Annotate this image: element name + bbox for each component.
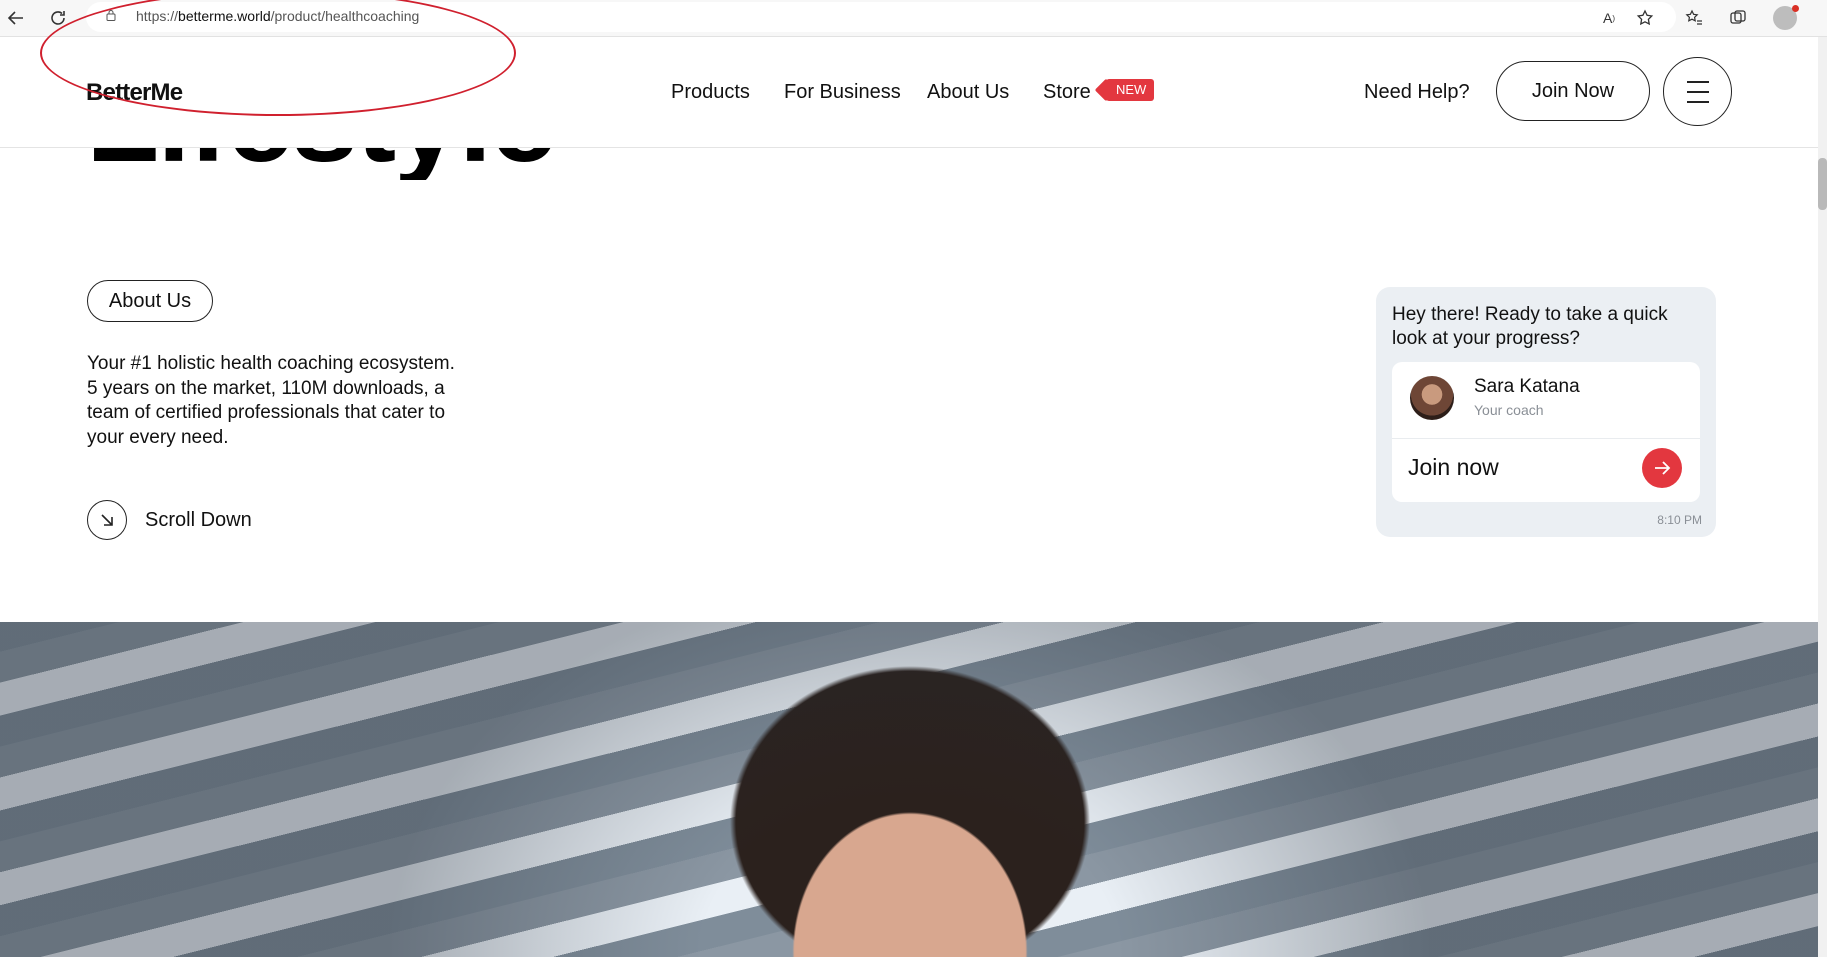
collections-icon[interactable]: [1726, 6, 1750, 30]
back-icon[interactable]: [2, 4, 30, 32]
nav-about-us[interactable]: About Us: [927, 81, 1009, 104]
logo[interactable]: BetterMe: [86, 79, 183, 107]
scrollbar-thumb[interactable]: [1818, 158, 1827, 210]
need-help-link[interactable]: Need Help?: [1364, 81, 1470, 104]
read-aloud-icon[interactable]: A): [1597, 6, 1621, 30]
address-bar[interactable]: https://betterme.world/product/healthcoa…: [86, 2, 1676, 32]
hero-video-image: [0, 622, 1818, 957]
divider: [1392, 438, 1700, 439]
description-line: Your #1 holistic health coaching ecosyst…: [87, 353, 455, 374]
browser-toolbar: https://betterme.world/product/healthcoa…: [0, 0, 1827, 37]
profile-icon[interactable]: [1773, 5, 1799, 30]
nav-for-business[interactable]: For Business: [784, 81, 901, 104]
chat-coach-box: Sara Katana Your coach Join now: [1392, 362, 1700, 502]
scroll-down-label: Scroll Down: [145, 508, 252, 531]
scroll-down-button[interactable]: Scroll Down: [87, 500, 252, 540]
refresh-icon[interactable]: [44, 4, 72, 32]
address-url[interactable]: https://betterme.world/product/healthcoa…: [136, 8, 419, 24]
description-line: 5 years on the market, 110M downloads, a: [87, 377, 445, 399]
coach-name: Sara Katana: [1474, 376, 1580, 397]
description-line: your every need.: [87, 426, 229, 448]
coach-chat-card: Hey there! Ready to take a quick look at…: [1376, 287, 1716, 537]
nav-products[interactable]: Products: [671, 81, 750, 104]
menu-icon: [1686, 77, 1709, 107]
arrow-right-icon: [1655, 461, 1671, 475]
favorite-icon[interactable]: [1633, 6, 1657, 30]
coach-avatar: [1410, 376, 1454, 420]
chat-message: Hey there! Ready to take a quick look at…: [1392, 304, 1668, 349]
store-new-badge: NEW: [1106, 79, 1155, 101]
join-now-button[interactable]: Join Now: [1496, 61, 1650, 121]
favorites-bar-icon[interactable]: [1682, 6, 1706, 30]
hero-description: Your #1 holistic health coaching ecosyst…: [87, 352, 487, 450]
nav-store[interactable]: Store: [1043, 81, 1091, 104]
chat-join-now-link[interactable]: Join now: [1408, 454, 1499, 481]
chat-join-button[interactable]: [1642, 448, 1682, 488]
about-us-pill[interactable]: About Us: [87, 280, 213, 322]
description-line: team of certified professionals that cat…: [87, 402, 446, 423]
site-header: BetterMe Products For Business About Us …: [0, 37, 1818, 148]
chat-timestamp: 8:10 PM: [1657, 513, 1702, 527]
coach-role: Your coach: [1474, 402, 1544, 418]
menu-button[interactable]: [1663, 57, 1732, 126]
arrow-down-right-icon: [87, 500, 127, 540]
lock-icon[interactable]: [106, 9, 116, 21]
